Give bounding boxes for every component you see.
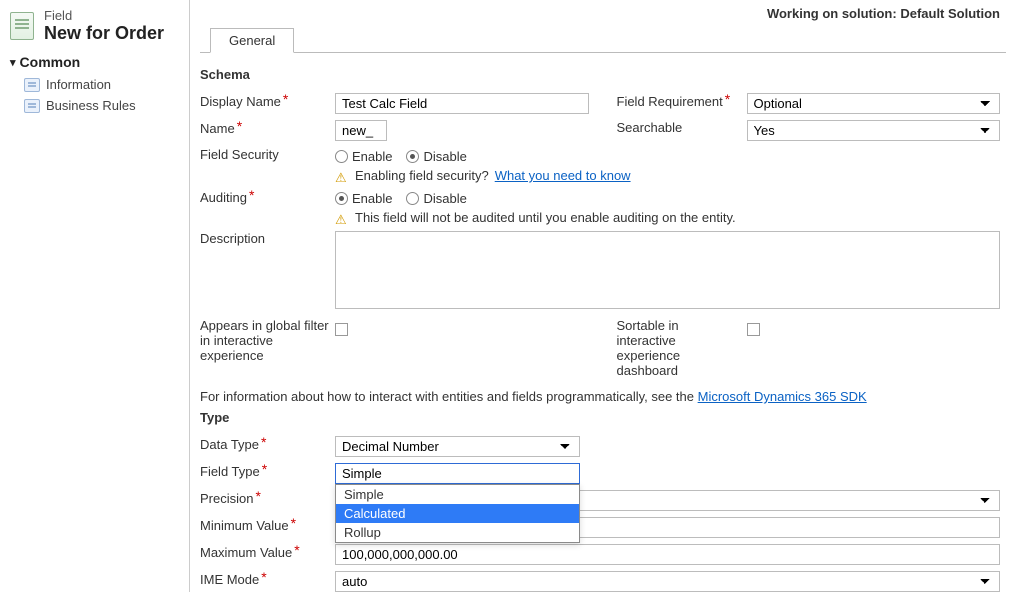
label-display-name: Display Name <box>200 94 281 109</box>
checkbox-global-filter[interactable] <box>335 323 348 336</box>
audit-warning-text: This field will not be audited until you… <box>355 210 736 225</box>
section-title-schema: Schema <box>200 67 1006 82</box>
input-name[interactable] <box>335 120 387 141</box>
label-max-value: Maximum Value <box>200 545 292 560</box>
sidebar-item-label: Information <box>46 77 111 92</box>
tab-general[interactable]: General <box>210 28 294 53</box>
sidebar-item-information[interactable]: Information <box>10 74 179 95</box>
label-field-security: Field Security <box>200 147 279 162</box>
textarea-description[interactable] <box>335 231 1000 309</box>
radio-fs-disable[interactable]: Disable <box>406 149 466 164</box>
label-description: Description <box>200 231 265 246</box>
business-rules-icon <box>24 99 40 113</box>
radio-fs-enable[interactable]: Enable <box>335 149 392 164</box>
warning-icon <box>335 170 349 182</box>
sidebar-item-label: Business Rules <box>46 98 136 113</box>
select-field-requirement[interactable]: Optional <box>747 93 1001 114</box>
field-type-option[interactable]: Calculated <box>336 504 579 523</box>
entity-eyebrow: Field <box>44 8 164 23</box>
label-precision: Precision <box>200 491 253 506</box>
label-global-filter: Appears in global filter in interactive … <box>200 318 329 363</box>
label-field-requirement: Field Requirement <box>617 94 723 109</box>
select-searchable[interactable]: Yes <box>747 120 1001 141</box>
label-min-value: Minimum Value <box>200 518 289 533</box>
label-data-type: Data Type <box>200 437 259 452</box>
information-icon <box>24 78 40 92</box>
label-ime-mode: IME Mode <box>200 572 259 587</box>
select-ime-mode[interactable]: auto <box>335 571 1000 592</box>
label-name: Name <box>200 121 235 136</box>
entity-icon <box>10 12 34 40</box>
radio-audit-disable[interactable]: Disable <box>406 191 466 206</box>
link-what-you-need-to-know[interactable]: What you need to know <box>495 168 631 183</box>
link-dynamics-sdk[interactable]: Microsoft Dynamics 365 SDK <box>698 389 867 404</box>
label-sortable: Sortable in interactive experience dashb… <box>617 318 681 378</box>
field-type-option[interactable]: Rollup <box>336 523 579 542</box>
label-searchable: Searchable <box>617 120 683 135</box>
select-data-type[interactable]: Decimal Number <box>335 436 580 457</box>
sdk-info-text: For information about how to interact wi… <box>200 389 694 404</box>
page-title: New for Order <box>44 23 164 44</box>
input-display-name[interactable] <box>335 93 589 114</box>
label-field-type: Field Type <box>200 464 260 479</box>
solution-indicator: Working on solution: Default Solution <box>200 6 1006 21</box>
field-type-dropdown[interactable]: SimpleCalculatedRollup <box>335 484 580 543</box>
sidebar-item-business-rules[interactable]: Business Rules <box>10 95 179 116</box>
field-type-option[interactable]: Simple <box>336 485 579 504</box>
fs-warning-text: Enabling field security? <box>355 168 489 183</box>
section-title-type: Type <box>200 410 1006 425</box>
warning-icon <box>335 212 349 224</box>
radio-audit-enable[interactable]: Enable <box>335 191 392 206</box>
select-field-type[interactable]: Simple <box>335 463 580 484</box>
sidebar-section-common[interactable]: Common <box>10 54 179 70</box>
checkbox-sortable[interactable] <box>747 323 760 336</box>
label-auditing: Auditing <box>200 190 247 205</box>
input-max-value[interactable] <box>335 544 1000 565</box>
